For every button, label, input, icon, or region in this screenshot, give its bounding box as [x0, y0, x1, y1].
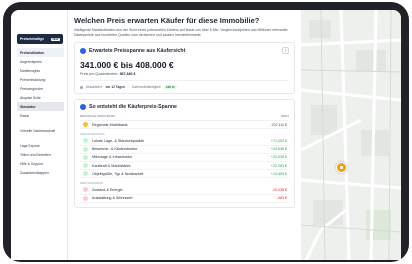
plus-icon [83, 146, 88, 152]
plus-icon [83, 138, 88, 144]
page-intro: Intelligente Marktindikation aus der Sic… [74, 28, 288, 37]
row-value: +23.263 € [270, 163, 287, 168]
sqm-label: Preis pro Quadratmeter: [80, 72, 119, 77]
sidebar-header-label: Preiseinhaltige [20, 37, 45, 41]
price-range-card: Erwartete Preisspanne aus Käufersicht ? … [74, 42, 295, 95]
table-row[interactable]: Objektgröße, Typ & Nutzbarkeit +13.409 € [80, 170, 289, 179]
plus-icon [83, 171, 88, 177]
sidebar-item-radar[interactable]: Radar [17, 111, 64, 120]
column-header: REGIONALE MARKTBASIS [80, 114, 116, 119]
chart-icon [80, 104, 86, 111]
sidebar-item-akquise-suite[interactable]: Akquise Suite [17, 93, 64, 102]
quality-badge: 100 % [163, 85, 178, 90]
row-label: Bewohner- & Käuferstruktur [92, 147, 138, 152]
euro-icon [80, 47, 86, 54]
sidebar-item-marktinsights[interactable]: Marktinsights [17, 66, 64, 75]
updated-value: vor 12 Tagen [105, 85, 125, 90]
row-value: -383 € [276, 196, 287, 201]
group-label: WERTSTEIGERND [80, 132, 105, 137]
sidebar-item-preisindikation[interactable]: Preisindikation [17, 48, 64, 57]
table-row[interactable]: Zustand & Energie -19.035 € [80, 186, 289, 195]
row-value: +71.002 € [270, 138, 287, 143]
minus-icon [83, 187, 88, 193]
sidebar-item-teilen[interactable]: Teilen und Einbetten [17, 150, 64, 159]
plus-icon [83, 154, 88, 160]
sidebar-item-lage-expose[interactable]: Lage Exposé [17, 141, 64, 150]
card-title: Erwartete Preisspanne aus Käufersicht [89, 47, 186, 54]
sqm-value: 367,340 € [119, 72, 136, 77]
updated-label: Aktualisiert: [86, 85, 103, 90]
info-icon[interactable]: ? [282, 47, 289, 55]
sidebar-item-hilfe[interactable]: Hilfe & Support [17, 159, 64, 168]
column-header[interactable]: WERT [281, 114, 289, 118]
row-value: -19.035 € [271, 187, 287, 192]
row-value: +24.036 € [270, 147, 287, 152]
sidebar-item-angebotspreis[interactable]: Angebotspreis [17, 57, 64, 66]
row-label: Mikrolage & Infrastruktur [92, 155, 133, 160]
table-row[interactable]: Kaufkraft & Marktstärke +23.263 € [80, 162, 289, 171]
map-panel[interactable] [301, 10, 401, 260]
minus-icon [83, 195, 88, 201]
new-badge: NEW [50, 37, 60, 41]
group-label: WERTMINDERND [80, 181, 104, 186]
row-value: 222.111 € [271, 122, 287, 127]
table-row[interactable]: Mikrolage & Infrastruktur +23.926 € [80, 154, 289, 162]
tablet-frame: Preiseinhaltige NEW Preisindikation Ange… [3, 2, 409, 262]
app-screen: Preiseinhaltige NEW Preisindikation Ange… [11, 10, 401, 260]
coin-icon [83, 122, 88, 128]
row-value: +23.926 € [270, 155, 287, 160]
table-row[interactable]: Lokale Lage- & Standortqualität +71.002 € [80, 137, 289, 146]
table-row[interactable]: Ausstattung & Wohnwert -383 € [80, 195, 289, 203]
separator: · [127, 85, 129, 90]
sidebar-item-simulator[interactable]: Simulator [17, 102, 64, 111]
table-row[interactable]: Bewohner- & Käuferstruktur +24.036 € [80, 146, 289, 154]
row-value: +13.409 € [270, 171, 287, 176]
row-label: Lokale Lage- & Standortqualität [92, 138, 144, 143]
row-label: Zustand & Energie [92, 187, 123, 192]
sidebar: Preiseinhaltige NEW Preisindikation Ange… [11, 10, 68, 260]
clock-icon [80, 85, 83, 89]
row-label: Objektgröße, Typ & Nutzbarkeit [92, 171, 144, 176]
sidebar-item-preisentwicklung[interactable]: Preisentwicklung [17, 75, 64, 84]
sidebar-item-virtuelle-nachbarschaft[interactable]: Virtuelle Nachbarschaft [17, 126, 64, 135]
page-title: Welchen Preis erwarten Käufer für diese … [74, 16, 260, 25]
map-streets [301, 10, 401, 260]
plus-icon [83, 163, 88, 169]
card-title: So entsteht die Käuferpreis-Spanne [89, 104, 177, 111]
table-row[interactable]: Regionale Marktbasis 222.111 € [80, 121, 289, 130]
quality-label: Datenvollständigkeit [131, 85, 161, 90]
breakdown-card: So entsteht die Käuferpreis-Spanne REGIO… [74, 99, 295, 208]
row-label: Regionale Marktbasis [92, 122, 128, 127]
sidebar-header[interactable]: Preiseinhaltige NEW [17, 34, 63, 44]
row-label: Ausstattung & Wohnwert [92, 196, 133, 201]
sidebar-item-preisvergleiche[interactable]: Preisvergleiche [17, 84, 64, 93]
location-pin-icon[interactable] [336, 162, 347, 173]
row-label: Kaufkraft & Marktstärke [92, 163, 131, 168]
price-range: 341.000 € bis 408.000 € [80, 60, 174, 71]
main-content: Welchen Preis erwarten Käufer für diese … [68, 10, 301, 260]
sidebar-item-zusammenklappen[interactable]: Zusammenklappen [17, 168, 64, 177]
